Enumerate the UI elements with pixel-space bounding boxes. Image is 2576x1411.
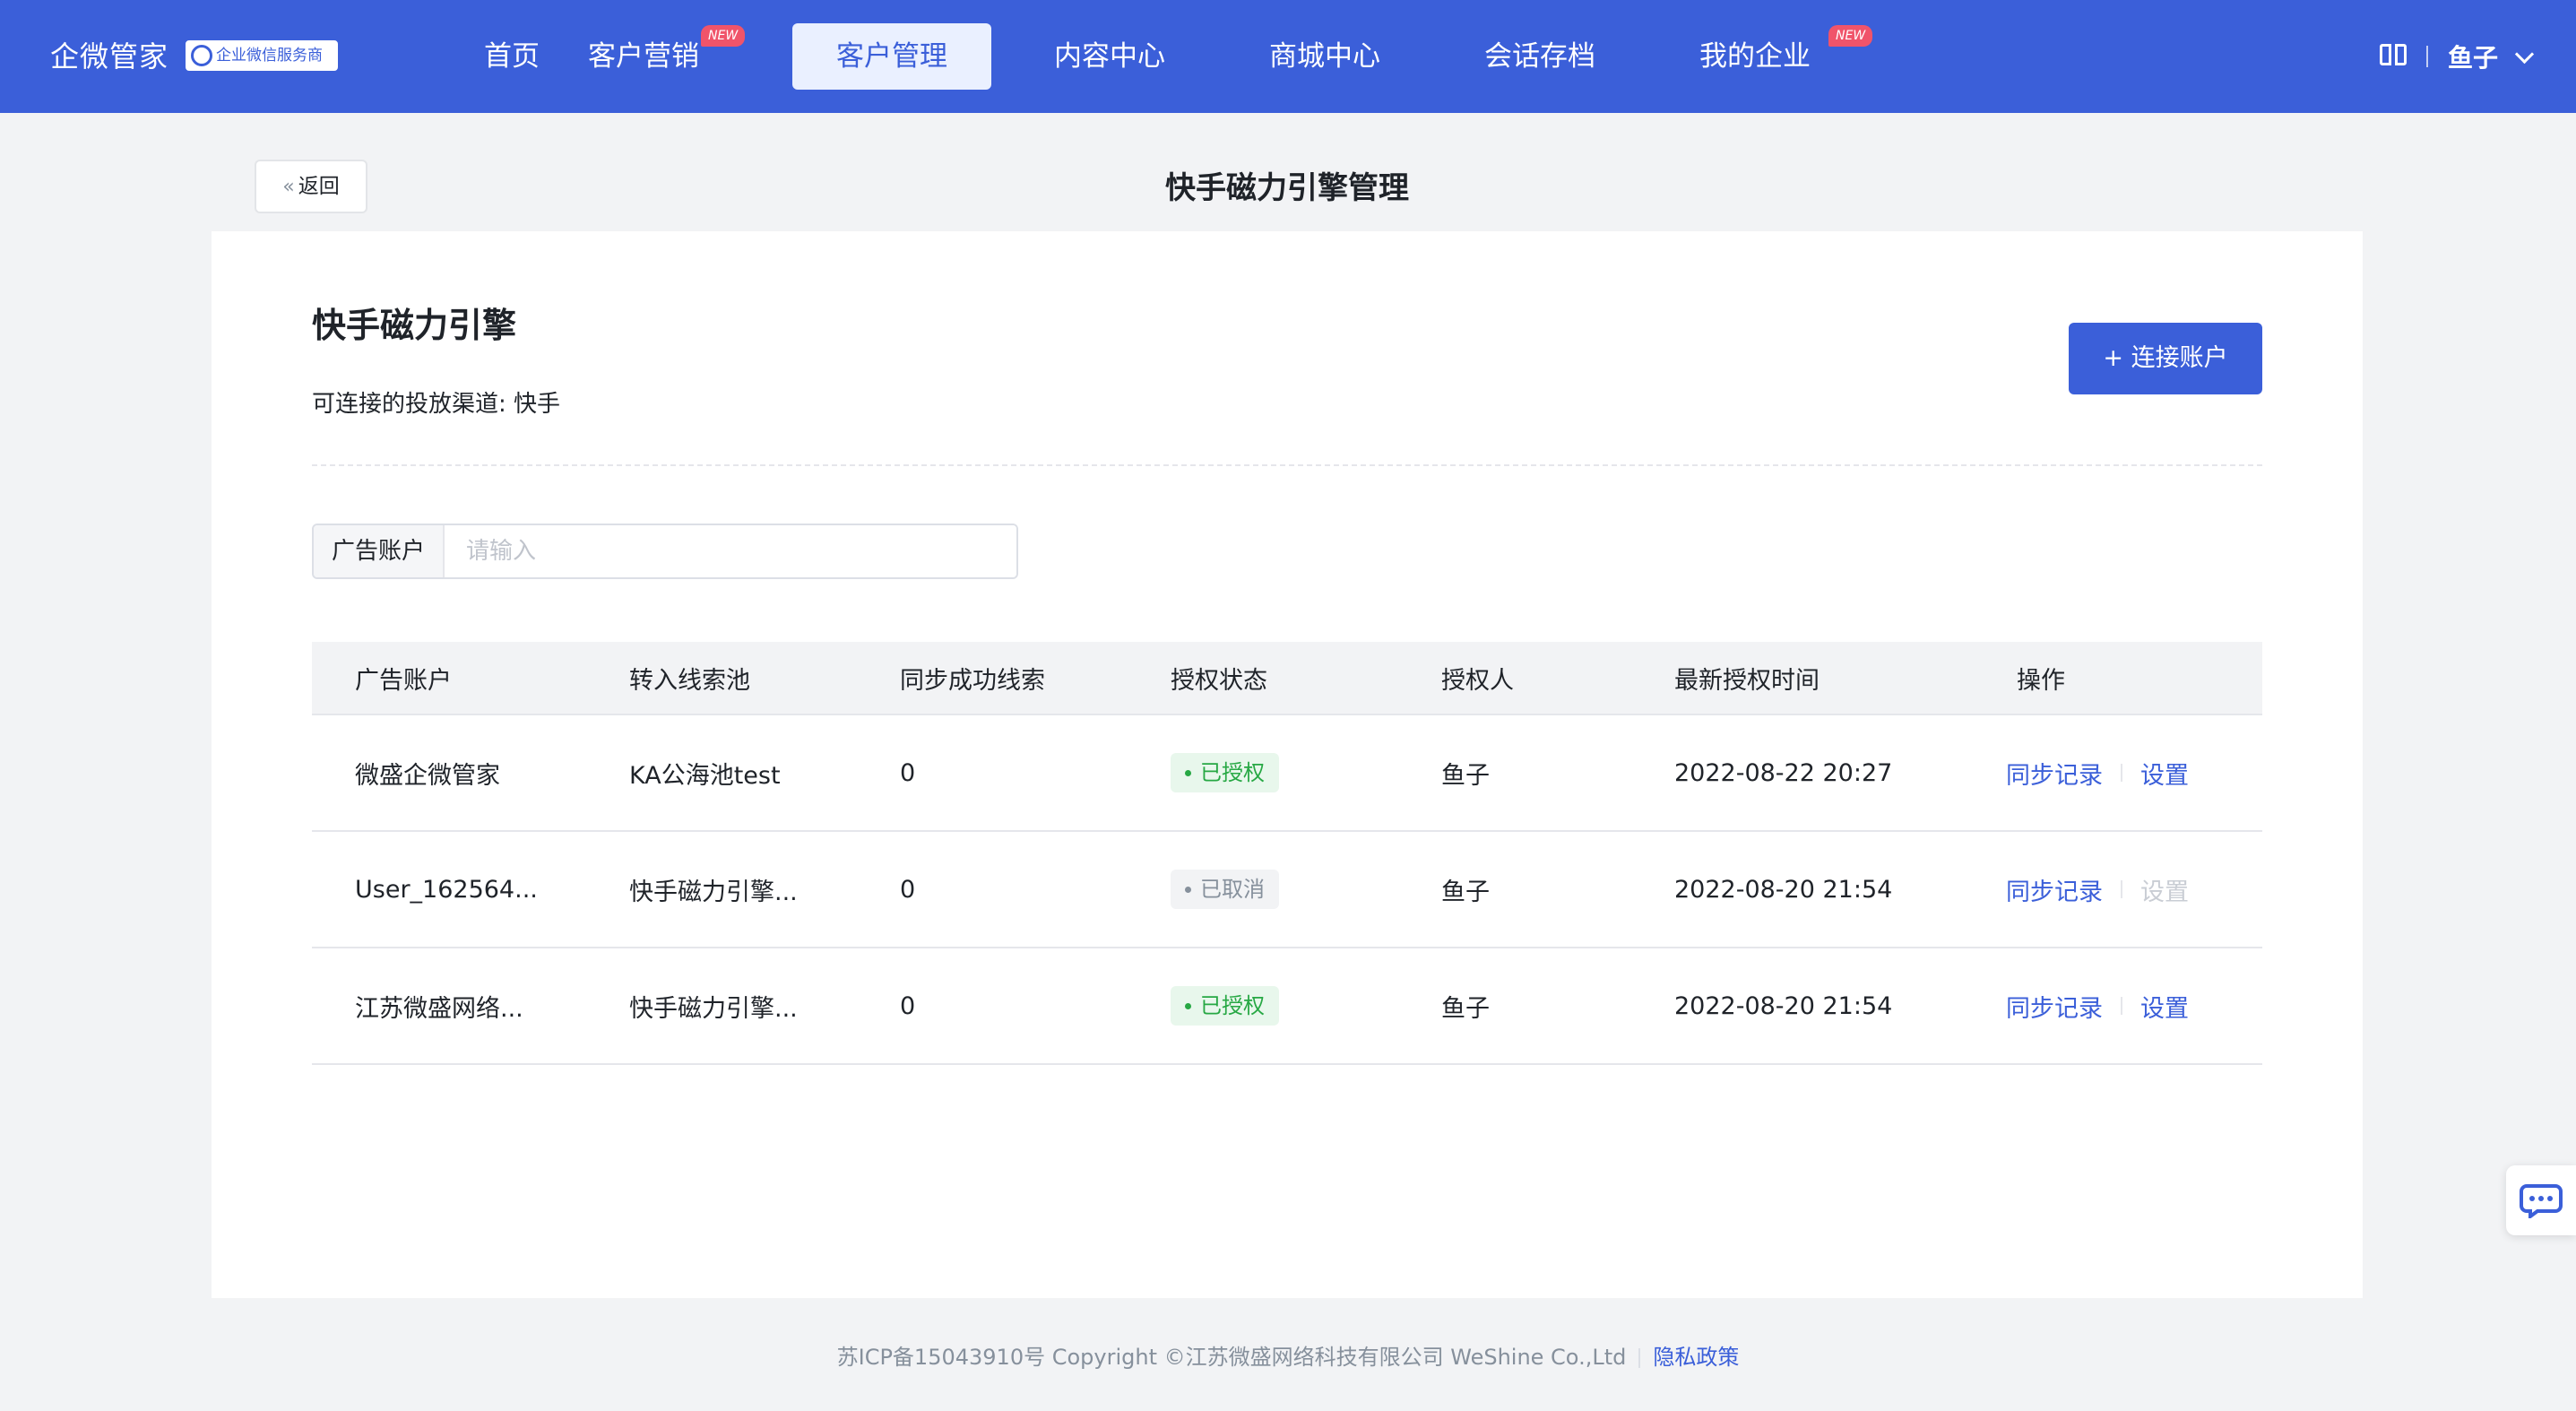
auth-status-cell: 已授权 bbox=[1171, 948, 1279, 1063]
sync-records-link[interactable]: 同步记录 bbox=[2006, 989, 2103, 1024]
status-badge: 已授权 bbox=[1171, 753, 1279, 792]
main-card: 快手磁力引擎管理 «返回 快手磁力引擎 可连接的投放渠道: 快手 + 连接账户 … bbox=[212, 145, 2363, 1298]
column-header: 操作 bbox=[2017, 666, 2065, 695]
settings-link[interactable]: 设置 bbox=[2140, 756, 2189, 791]
divider bbox=[2121, 997, 2122, 1015]
column-header: 转入线索池 bbox=[629, 666, 750, 695]
book-icon[interactable] bbox=[2379, 44, 2407, 69]
lead-pool-cell: 快手磁力引擎... bbox=[629, 878, 798, 906]
nav-user-area: 鱼子 bbox=[2379, 34, 2535, 79]
nav-item-customer-marketing[interactable]: 客户营销 bbox=[572, 23, 715, 90]
ad-account-cell: 微盛企微管家 bbox=[355, 761, 500, 790]
table-header: 广告账户 转入线索池 同步成功线索 授权状态 授权人 最新授权时间 操作 bbox=[312, 642, 2262, 715]
status-badge: 已取消 bbox=[1171, 870, 1279, 909]
chevron-down-icon[interactable] bbox=[2514, 44, 2535, 64]
ad-account-cell: User_162564... bbox=[355, 875, 538, 904]
new-badge: NEW bbox=[701, 25, 746, 47]
divider bbox=[2425, 46, 2428, 67]
synced-leads-cell: 0 bbox=[900, 758, 916, 787]
page-title: 快手磁力引擎管理 bbox=[1165, 170, 1409, 206]
channel-description: 可连接的投放渠道: 快手 bbox=[312, 391, 561, 418]
table-row: 微盛企微管家 KA公海池test 0 已授权 鱼子 2022-08-22 20:… bbox=[312, 715, 2262, 832]
filter-label: 广告账户 bbox=[314, 525, 445, 577]
auth-status-cell: 已取消 bbox=[1171, 832, 1279, 947]
nav-item-mall-center[interactable]: 商城中心 bbox=[1253, 23, 1396, 90]
nav-item-content-center[interactable]: 内容中心 bbox=[1038, 23, 1181, 90]
status-dot-icon bbox=[1185, 769, 1191, 776]
table-row: User_162564... 快手磁力引擎... 0 已取消 鱼子 2022-0… bbox=[312, 832, 2262, 948]
auth-status-cell: 已授权 bbox=[1171, 715, 1279, 830]
authorizer-cell: 鱼子 bbox=[1441, 994, 1490, 1023]
nav-item-home[interactable]: 首页 bbox=[462, 23, 561, 90]
auth-time-cell: 2022-08-20 21:54 bbox=[1674, 991, 1893, 1020]
actions-cell: 同步记录 设置 bbox=[2006, 715, 2189, 830]
table-row: 江苏微盛网络... 快手磁力引擎... 0 已授权 鱼子 2022-08-20 … bbox=[312, 948, 2262, 1065]
new-badge: NEW bbox=[1828, 25, 1873, 47]
auth-time-cell: 2022-08-20 21:54 bbox=[1674, 875, 1893, 904]
page-header: 快手磁力引擎管理 «返回 bbox=[212, 145, 2363, 231]
customer-service-button[interactable] bbox=[2506, 1165, 2576, 1235]
synced-leads-cell: 0 bbox=[900, 991, 916, 1020]
auth-time-cell: 2022-08-22 20:27 bbox=[1674, 758, 1893, 787]
chat-bubble-icon bbox=[2520, 1184, 2563, 1218]
section-title: 快手磁力引擎 bbox=[312, 306, 517, 345]
sync-records-link[interactable]: 同步记录 bbox=[2006, 872, 2103, 907]
authorizer-cell: 鱼子 bbox=[1441, 761, 1490, 790]
status-dot-icon bbox=[1185, 1002, 1191, 1009]
back-button[interactable]: «返回 bbox=[255, 160, 367, 213]
status-dot-icon bbox=[1185, 886, 1191, 893]
ad-account-cell: 江苏微盛网络... bbox=[355, 994, 523, 1023]
column-header: 广告账户 bbox=[355, 666, 452, 695]
column-header: 最新授权时间 bbox=[1674, 666, 1820, 695]
service-provider-badge: 企业微信服务商 bbox=[186, 40, 338, 71]
double-chevron-left-icon: « bbox=[282, 176, 295, 198]
accounts-table: 广告账户 转入线索池 同步成功线索 授权状态 授权人 最新授权时间 操作 微盛企… bbox=[312, 642, 2262, 1065]
sync-records-link[interactable]: 同步记录 bbox=[2006, 756, 2103, 791]
divider bbox=[2121, 764, 2122, 782]
synced-leads-cell: 0 bbox=[900, 875, 916, 904]
ad-account-filter: 广告账户 bbox=[312, 524, 1018, 579]
top-nav: 企微管家 企业微信服务商 首页 客户营销 NEW 客户管理 内容中心 商城中心 … bbox=[0, 0, 2576, 113]
chat-search-icon bbox=[191, 45, 212, 66]
lead-pool-cell: KA公海池test bbox=[629, 761, 781, 790]
back-label: 返回 bbox=[298, 175, 340, 198]
status-badge: 已授权 bbox=[1171, 986, 1279, 1026]
badge-text: 企业微信服务商 bbox=[216, 47, 323, 65]
column-header: 授权状态 bbox=[1171, 666, 1267, 695]
settings-link: 设置 bbox=[2140, 878, 2189, 906]
nav-item-my-enterprise[interactable]: 我的企业 bbox=[1683, 23, 1827, 90]
divider bbox=[1638, 1348, 1641, 1368]
divider bbox=[2121, 880, 2122, 898]
column-header: 同步成功线索 bbox=[900, 666, 1045, 695]
footer: 苏ICP备15043910号 Copyright ©江苏微盛网络科技有限公司 W… bbox=[0, 1339, 2576, 1371]
brand-name[interactable]: 企微管家 bbox=[50, 34, 169, 75]
lead-pool-cell: 快手磁力引擎... bbox=[629, 994, 798, 1023]
copyright-text: 苏ICP备15043910号 Copyright ©江苏微盛网络科技有限公司 W… bbox=[836, 1345, 1627, 1370]
privacy-policy-link[interactable]: 隐私政策 bbox=[1653, 1345, 1739, 1370]
actions-cell: 同步记录 设置 bbox=[2006, 832, 2189, 947]
settings-link[interactable]: 设置 bbox=[2140, 989, 2189, 1024]
dashed-divider bbox=[312, 464, 2262, 466]
user-name[interactable]: 鱼子 bbox=[2448, 39, 2498, 74]
nav-item-customer-management[interactable]: 客户管理 bbox=[792, 23, 991, 90]
column-header: 授权人 bbox=[1441, 666, 1514, 695]
authorizer-cell: 鱼子 bbox=[1441, 878, 1490, 906]
nav-item-chat-archive[interactable]: 会话存档 bbox=[1468, 23, 1612, 90]
ad-account-search-input[interactable] bbox=[445, 525, 1016, 577]
connect-account-button[interactable]: + 连接账户 bbox=[2069, 323, 2262, 394]
actions-cell: 同步记录 设置 bbox=[2006, 948, 2189, 1063]
